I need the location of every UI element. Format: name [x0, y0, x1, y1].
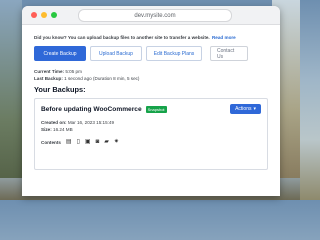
backup-card: Before updating WooCommerce Snapshot Act…: [34, 98, 268, 170]
current-time-row: Current Time: 5:05 pm: [34, 68, 268, 75]
size-row: Size: 16.24 MB: [41, 126, 261, 133]
browser-window: dev.mysite.com Did you know? You can upl…: [22, 6, 280, 196]
backups-heading: Your Backups:: [34, 85, 86, 94]
created-value: Mar 16, 2023 15:15:49: [67, 120, 115, 125]
page-content: Did you know? You can upload backup file…: [22, 25, 280, 170]
backup-card-header: Before updating WooCommerce Snapshot Act…: [41, 104, 261, 114]
maximize-window-button[interactable]: [51, 12, 57, 18]
last-backup-value: 1 second ago (Duration 8 min, 5 sec): [64, 76, 140, 81]
current-time-label: Current Time:: [34, 69, 65, 74]
actions-dropdown-button[interactable]: Actions ▾: [230, 104, 261, 114]
background-scenery-left: [0, 0, 22, 200]
upload-backup-button[interactable]: Upload Backup: [90, 46, 142, 61]
address-bar[interactable]: dev.mysite.com: [78, 9, 232, 22]
backup-name: Before updating WooCommerce: [41, 105, 142, 113]
created-row: Created on: Mar 16, 2023 15:15:49: [41, 119, 261, 126]
backup-status: Current Time: 5:05 pm Last Backup: 1 sec…: [34, 68, 268, 82]
database-icon: ▤: [65, 139, 72, 145]
browser-titlebar: dev.mysite.com: [22, 6, 280, 25]
last-backup-row: Last Backup: 1 second ago (Duration 8 mi…: [34, 75, 268, 82]
create-backup-button[interactable]: Create Backup: [34, 46, 86, 61]
read-more-link[interactable]: Read more: [212, 35, 236, 40]
current-time-value: 5:05 pm: [65, 69, 82, 74]
edit-backup-plans-button[interactable]: Edit Backup Plans: [146, 46, 202, 61]
info-notice: Did you know? You can upload backup file…: [34, 35, 268, 40]
created-label: Created on:: [41, 120, 67, 125]
file-icon: ▯: [76, 139, 80, 145]
close-window-button[interactable]: [31, 12, 37, 18]
info-notice-text: Did you know? You can upload backup file…: [34, 35, 210, 40]
settings-icon: ✷: [113, 139, 119, 145]
folder-icon: ▰: [104, 139, 109, 145]
actions-label: Actions: [235, 106, 252, 112]
minimize-window-button[interactable]: [41, 12, 47, 18]
size-value: 16.24 MB: [53, 127, 73, 132]
window-controls: [31, 12, 57, 18]
address-bar-url: dev.mysite.com: [134, 12, 176, 19]
themes-icon: ◙: [95, 139, 100, 145]
backup-details: Created on: Mar 16, 2023 15:15:49 Size: …: [41, 119, 261, 133]
action-tabs: Create Backup Upload Backup Edit Backup …: [34, 46, 268, 61]
contact-us-button[interactable]: Contact Us: [210, 46, 248, 61]
plugins-icon: ▣: [84, 139, 91, 145]
size-label: Size:: [41, 127, 52, 132]
last-backup-label: Last Backup:: [34, 76, 63, 81]
chevron-down-icon: ▾: [253, 106, 256, 112]
snapshot-badge: Snapshot: [145, 105, 167, 113]
backup-contents: Contents ▤ ▯ ▣ ◙ ▰ ✷: [41, 139, 261, 145]
contents-label: Contents: [41, 139, 61, 145]
